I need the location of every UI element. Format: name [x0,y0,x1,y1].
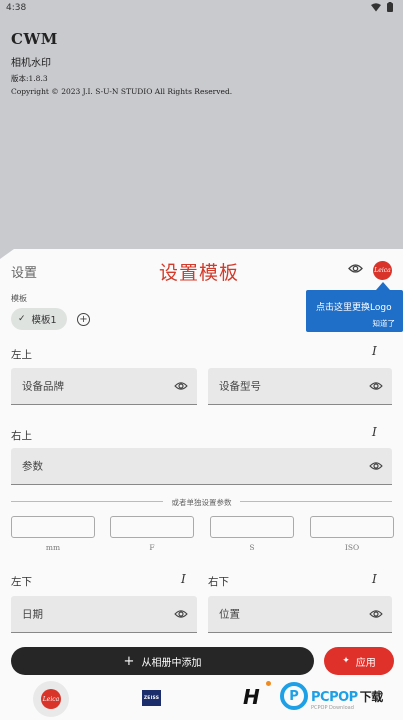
logo-button[interactable]: Leica [373,261,392,280]
add-template-button[interactable]: + [77,313,90,326]
watermark-subtext: PCPOP Download [311,705,354,711]
text-style-icon[interactable]: I [181,572,186,586]
param-mm-input[interactable] [11,516,95,538]
check-icon: ✓ [18,314,26,324]
params-label: 参数 [22,460,43,473]
device-model-field[interactable]: 设备型号 [208,368,392,405]
app-version: 版本:1.8.3 [11,74,48,83]
brand-leica-text: Leica [42,695,60,703]
section-label-top-left: 左上 [11,349,32,361]
text-style-icon[interactable]: I [372,572,377,586]
template-chip-label: 模板1 [31,315,57,326]
section-label-bottom-right: 右下 [208,576,229,588]
add-from-gallery-button[interactable]: + 从相册中添加 [11,647,314,675]
logo-text: Leica [374,267,391,274]
param-f-label: F [149,543,155,552]
section-label-top-right: 右上 [11,430,32,442]
brand-h-logo[interactable]: H [243,685,260,709]
divider-text: 或者单独设置参数 [171,498,232,507]
brand-dot [266,681,271,686]
app-name: CWM [11,30,58,48]
device-brand-field[interactable]: 设备品牌 [11,368,197,405]
eye-icon[interactable] [369,381,383,391]
location-label: 位置 [219,608,240,621]
app-subtitle: 相机水印 [11,58,51,69]
eye-icon[interactable] [369,609,383,619]
watermark-text-en: PCPOP [311,690,358,705]
watermark-letter: P [289,688,299,704]
logo-tooltip: 点击这里更换Logo 知道了 [306,290,403,332]
date-label: 日期 [22,608,43,621]
text-style-icon[interactable]: I [372,425,377,439]
add-from-gallery-label: 从相册中添加 [141,657,202,669]
template-label: 模板 [11,294,27,303]
apply-label: 应用 [355,657,376,669]
battery-icon [387,2,393,12]
param-mm-label: mm [45,543,61,552]
brand-zeiss-text: ZEISS [143,695,160,701]
wifi-icon [371,2,381,11]
brand-zeiss-logo[interactable]: ZEISS [142,690,161,706]
tooltip-text: 点击这里更换Logo [316,303,392,313]
eye-icon[interactable] [369,461,383,471]
param-iso-label: ISO [344,543,360,552]
status-time: 4:38 [6,3,27,13]
template-chip[interactable]: ✓ 模板1 [11,308,67,330]
brand-leica-logo[interactable]: Leica [41,689,61,709]
sheet-corner [0,249,14,259]
app-copyright: Copyright © 2023 J.I. S-U-N STUDIO All R… [11,87,233,96]
preview-eye-icon[interactable] [348,263,363,274]
tooltip-arrow [376,282,390,290]
location-field[interactable]: 位置 [208,596,392,633]
watermark-logo: P [280,682,308,710]
eye-icon[interactable] [174,609,188,619]
sparkle-icon: ✦ [342,656,350,666]
plus-icon: + [123,653,135,669]
device-brand-label: 设备品牌 [22,380,64,393]
param-s-input[interactable] [210,516,294,538]
status-icons [371,2,393,12]
sheet-title: 设置 [11,266,38,281]
date-field[interactable]: 日期 [11,596,197,633]
tooltip-dismiss-button[interactable]: 知道了 [373,318,396,329]
plus-icon: + [79,313,88,325]
device-model-label: 设备型号 [219,380,261,393]
param-iso-input[interactable] [310,516,394,538]
param-s-label: S [249,543,255,552]
watermark-text-cn: 下载 [359,690,384,704]
text-style-icon[interactable]: I [372,344,377,358]
watermark-text: PCPOP 下载 [311,688,383,705]
status-bar: 4:38 [0,0,403,18]
param-f-input[interactable] [110,516,194,538]
params-field[interactable]: 参数 [11,448,392,485]
apply-button[interactable]: ✦ 应用 [324,647,394,675]
section-label-bottom-left: 左下 [11,576,32,588]
app-info: CWM 相机水印 版本:1.8.3 Copyright © 2023 J.I. … [11,30,232,96]
overlay-title: 设置模板 [159,262,240,284]
eye-icon[interactable] [174,381,188,391]
